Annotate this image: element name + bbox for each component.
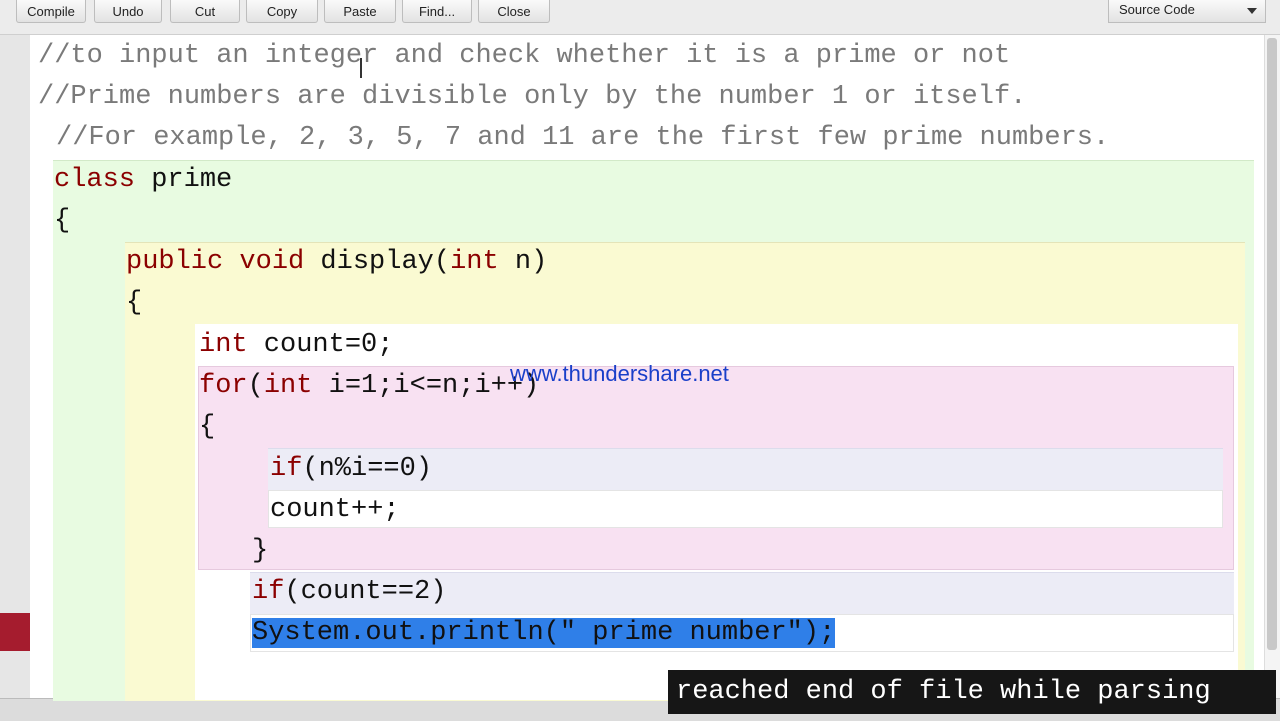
find-button[interactable]: Find...: [402, 0, 472, 23]
code-line-13[interactable]: }: [252, 533, 268, 569]
compile-button[interactable]: Compile: [16, 0, 86, 23]
code-line-6[interactable]: public void display(int n): [126, 244, 547, 280]
keyword: for: [199, 371, 248, 401]
view-select-label: Source Code: [1119, 2, 1195, 17]
keyword: int: [263, 371, 313, 401]
keyword: public: [126, 247, 224, 277]
code-line-8[interactable]: int count=0;: [199, 327, 393, 363]
compile-error-message: reached end of file while parsing: [668, 670, 1276, 714]
scrollbar-thumb[interactable]: [1267, 38, 1277, 650]
keyword: if: [252, 577, 285, 607]
keyword: int: [450, 247, 499, 277]
code-line-10[interactable]: {: [199, 409, 215, 445]
keyword: class: [54, 165, 136, 195]
code-line-11[interactable]: if(n%i==0): [270, 451, 432, 487]
view-select[interactable]: Source Code: [1108, 0, 1266, 23]
close-button[interactable]: Close: [478, 0, 550, 23]
cut-button[interactable]: Cut: [170, 0, 240, 23]
watermark: www.thundershare.net: [510, 361, 729, 386]
code-line-9[interactable]: for(int i=1;i<=n;i++): [199, 368, 539, 404]
paste-button[interactable]: Paste: [324, 0, 396, 23]
selected-text[interactable]: System.out.println(" prime number");: [252, 618, 836, 648]
line-gutter[interactable]: [0, 35, 30, 698]
code-line-2[interactable]: //Prime numbers are divisible only by th…: [38, 79, 1026, 115]
chevron-down-icon: [1247, 8, 1257, 14]
text-cursor: [360, 58, 362, 78]
code-line-15[interactable]: System.out.println(" prime number");: [252, 615, 836, 651]
code-line-12[interactable]: count++;: [270, 492, 400, 528]
if-body-scope: [268, 490, 1223, 528]
error-marker[interactable]: [0, 613, 30, 651]
code-line-3[interactable]: //For example, 2, 3, 5, 7 and 11 are the…: [56, 120, 1109, 156]
code-line-7[interactable]: {: [126, 285, 142, 321]
keyword: if: [270, 454, 303, 484]
code-line-5[interactable]: {: [54, 203, 70, 239]
code-line-14[interactable]: if(count==2): [252, 574, 446, 610]
keyword: void: [239, 247, 305, 277]
code-line-4[interactable]: class prime: [54, 162, 232, 198]
undo-button[interactable]: Undo: [94, 0, 162, 23]
code-line-1[interactable]: //to input an integer and check whether …: [38, 38, 1010, 74]
keyword: int: [199, 330, 248, 360]
copy-button[interactable]: Copy: [246, 0, 318, 23]
toolbar: Compile Undo Cut Copy Paste Find... Clos…: [0, 0, 1280, 35]
